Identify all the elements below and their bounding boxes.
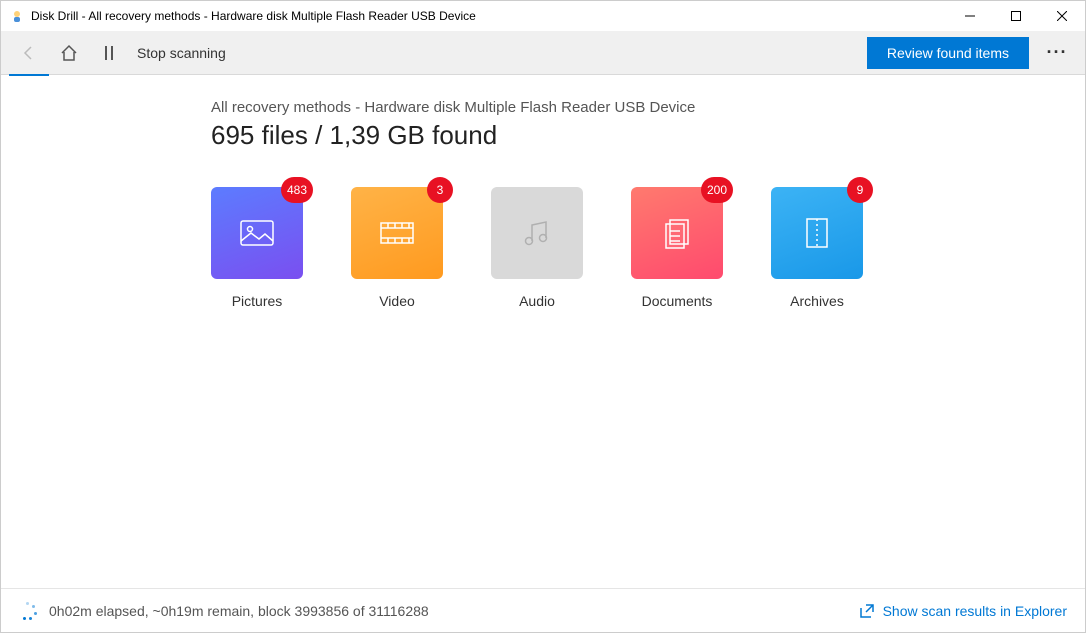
more-menu-button[interactable]: ···	[1037, 31, 1077, 75]
film-icon	[375, 211, 419, 255]
music-icon	[515, 211, 559, 255]
home-button[interactable]	[49, 31, 89, 75]
video-badge: 3	[427, 177, 453, 203]
audio-tile	[491, 187, 583, 279]
maximize-button[interactable]	[993, 1, 1039, 31]
pictures-badge: 483	[281, 177, 313, 203]
category-audio[interactable]: Audio	[491, 187, 583, 309]
scan-headline: 695 files / 1,39 GB found	[211, 120, 1045, 151]
show-in-explorer-link[interactable]: Show scan results in Explorer	[859, 603, 1067, 619]
archives-label: Archives	[790, 293, 844, 309]
titlebar: Disk Drill - All recovery methods - Hard…	[1, 1, 1085, 31]
video-tile: 3	[351, 187, 443, 279]
category-video[interactable]: 3 Video	[351, 187, 443, 309]
close-button[interactable]	[1039, 1, 1085, 31]
toolbar: Stop scanning Review found items ···	[1, 31, 1085, 75]
category-pictures[interactable]: 483 Pictures	[211, 187, 303, 309]
external-link-icon	[859, 603, 875, 619]
documents-tile: 200	[631, 187, 723, 279]
archives-tile: 9	[771, 187, 863, 279]
scan-subtitle: All recovery methods - Hardware disk Mul…	[211, 99, 1045, 116]
statusbar: 0h02m elapsed, ~0h19m remain, block 3993…	[1, 588, 1085, 632]
documents-label: Documents	[642, 293, 713, 309]
back-button[interactable]	[9, 31, 49, 75]
stop-scanning-label[interactable]: Stop scanning	[137, 45, 226, 61]
status-text: 0h02m elapsed, ~0h19m remain, block 3993…	[49, 603, 429, 619]
document-icon	[655, 211, 699, 255]
main-content: All recovery methods - Hardware disk Mul…	[1, 75, 1085, 588]
category-documents[interactable]: 200 Documents	[631, 187, 723, 309]
review-found-items-button[interactable]: Review found items	[867, 37, 1029, 69]
category-grid: 483 Pictures 3 Vide	[211, 187, 1045, 309]
pictures-label: Pictures	[232, 293, 283, 309]
documents-badge: 200	[701, 177, 733, 203]
archive-icon	[795, 211, 839, 255]
archives-badge: 9	[847, 177, 873, 203]
window-title: Disk Drill - All recovery methods - Hard…	[31, 9, 476, 23]
minimize-button[interactable]	[947, 1, 993, 31]
pictures-tile: 483	[211, 187, 303, 279]
pause-button[interactable]	[89, 31, 129, 75]
show-in-explorer-label: Show scan results in Explorer	[883, 603, 1067, 619]
spinner-icon	[19, 602, 37, 620]
image-icon	[235, 211, 279, 255]
app-icon	[9, 8, 25, 24]
audio-label: Audio	[519, 293, 555, 309]
window-controls	[947, 1, 1085, 31]
category-archives[interactable]: 9 Archives	[771, 187, 863, 309]
video-label: Video	[379, 293, 415, 309]
